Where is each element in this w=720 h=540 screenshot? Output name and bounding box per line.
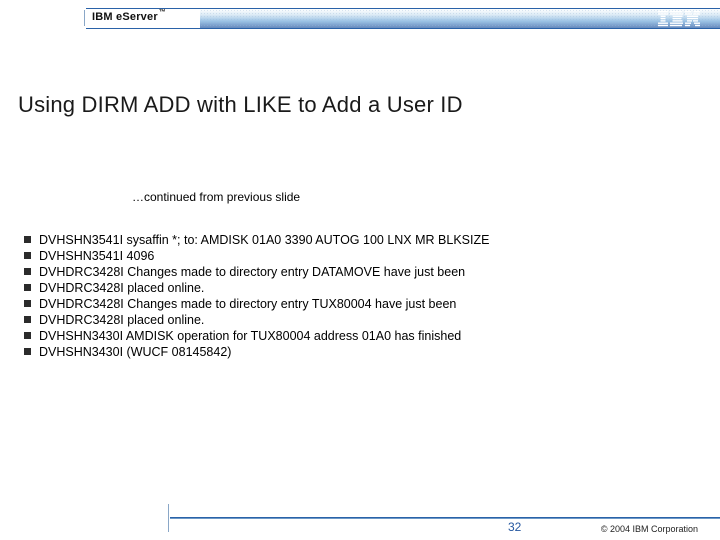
footer-tick	[168, 504, 169, 532]
continued-note: …continued from previous slide	[132, 190, 300, 204]
copyright-label: © 2004 IBM Corporation	[601, 524, 698, 534]
brand-tm: ™	[159, 9, 166, 16]
ibm-logo-icon	[658, 11, 700, 27]
list-item-text: DVHDRC3428I placed online.	[39, 312, 204, 328]
list-item-text: DVHSHN3541I sysaffin *; to: AMDISK 01A0 …	[39, 232, 489, 248]
bullet-icon	[24, 236, 31, 243]
brand-pre: IBM e	[92, 11, 122, 23]
bullet-icon	[24, 252, 31, 259]
bullet-icon	[24, 316, 31, 323]
list-item: DVHSHN3541I 4096	[24, 248, 696, 264]
list-item: DVHSHN3541I sysaffin *; to: AMDISK 01A0 …	[24, 232, 696, 248]
list-item: DVHDRC3428I Changes made to directory en…	[24, 296, 696, 312]
list-item: DVHDRC3428I placed online.	[24, 280, 696, 296]
footer-rule-shadow	[170, 518, 720, 519]
list-item-text: DVHDRC3428I Changes made to directory en…	[39, 264, 465, 280]
header-rule-top	[86, 8, 720, 9]
list-item: DVHSHN3430I AMDISK operation for TUX8000…	[24, 328, 696, 344]
message-list: DVHSHN3541I sysaffin *; to: AMDISK 01A0 …	[24, 232, 696, 360]
bullet-icon	[24, 348, 31, 355]
list-item-text: DVHSHN3541I 4096	[39, 248, 154, 264]
list-item-text: DVHSHN3430I (WUCF 08145842)	[39, 344, 231, 360]
brand-post: Server	[122, 11, 157, 23]
brand-label: IBM eServer™	[92, 11, 165, 23]
bullet-icon	[24, 284, 31, 291]
bullet-icon	[24, 332, 31, 339]
list-item: DVHDRC3428I placed online.	[24, 312, 696, 328]
page-number: 32	[508, 520, 521, 534]
list-item: DVHDRC3428I Changes made to directory en…	[24, 264, 696, 280]
page-title: Using DIRM ADD with LIKE to Add a User I…	[18, 92, 463, 118]
header-texture	[200, 9, 720, 28]
bullet-icon	[24, 268, 31, 275]
list-item: DVHSHN3430I (WUCF 08145842)	[24, 344, 696, 360]
header-tick	[84, 10, 85, 26]
header-bar: IBM eServer™	[0, 8, 720, 30]
header-rule-bottom	[86, 28, 720, 29]
list-item-text: DVHDRC3428I Changes made to directory en…	[39, 296, 456, 312]
list-item-text: DVHDRC3428I placed online.	[39, 280, 204, 296]
bullet-icon	[24, 300, 31, 307]
list-item-text: DVHSHN3430I AMDISK operation for TUX8000…	[39, 328, 461, 344]
